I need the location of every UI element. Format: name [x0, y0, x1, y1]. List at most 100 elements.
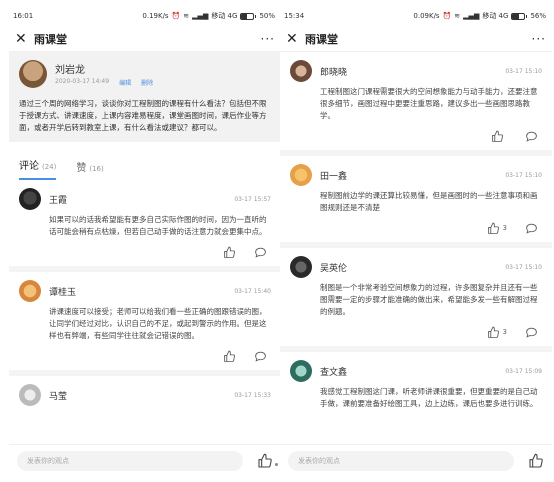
discussion-post: 刘岩龙 2020-03-17 14:49 编辑 删除 通过三个周的网络学习，谈谈…	[9, 52, 281, 142]
tab-label: 赞	[76, 163, 87, 174]
status-time: 15:34	[284, 12, 305, 20]
tab-comments[interactable]: 评论 (24)	[19, 157, 57, 180]
comment-time: 03-17 15:57	[234, 195, 271, 203]
edit-link[interactable]: 编辑	[119, 78, 131, 87]
tab-count: (24)	[42, 163, 57, 171]
comment-time: 03-17 15:10	[505, 263, 542, 271]
page-title: 雨课堂	[34, 32, 67, 46]
comment-item: 马莹 03-17 15:33	[9, 376, 281, 406]
comment-time: 03-17 15:33	[234, 391, 271, 399]
commenter-avatar	[290, 164, 312, 186]
battery-percent: 56%	[530, 12, 546, 20]
reply-button[interactable]	[525, 222, 538, 235]
reply-button[interactable]	[525, 130, 538, 143]
tab-count: (16)	[89, 165, 104, 173]
comment-input-bar: 发表你的观点	[280, 444, 552, 476]
comment-input[interactable]: 发表你的观点	[288, 450, 514, 471]
reply-button[interactable]	[525, 326, 538, 339]
comment-item: 王霞 03-17 15:57 如果可以的话我希望能有更多自己实际作图的时间，因为…	[9, 180, 281, 272]
commenter-avatar	[19, 188, 41, 210]
comment-item: 田一鑫 03-17 15:10 程制图前边学的课还算比较易懂，但是画图时的一些注…	[280, 156, 552, 248]
like-button[interactable]	[223, 350, 236, 363]
network-speed: 0.09K/s	[413, 12, 440, 20]
reply-button[interactable]	[254, 246, 267, 259]
thumbs-up-icon[interactable]	[528, 453, 544, 469]
commenter-name: 查文鑫	[320, 367, 348, 378]
like-button[interactable]: 3	[487, 222, 507, 235]
commenter-avatar	[19, 384, 41, 406]
comment-body: 如果可以的话我希望能有更多自己实际作图的时间，因为一直听的话可能会稍有点枯燥，但…	[49, 215, 267, 236]
commenter-name: 郎晓晓	[320, 67, 348, 78]
left-screen: 16:01 0.19K/s ⏰ ≋ ▂▄▆ 移动 4G 50% ✕ 雨课堂 ··…	[9, 6, 281, 476]
right-screen: 15:34 0.09K/s ⏰ ≋ ▂▄▆ 移动 4G 56% ✕ 雨课堂 ··…	[280, 6, 552, 476]
tab-likes[interactable]: 赞 (16)	[76, 159, 103, 180]
comment-input-bar: 发表你的观点	[9, 444, 281, 476]
reply-button[interactable]	[254, 350, 267, 363]
commenter-avatar	[290, 256, 312, 278]
carrier-label: 移动 4G	[482, 12, 509, 20]
more-icon[interactable]: ···	[261, 32, 275, 46]
nav-bar: ✕ 雨课堂 ···	[9, 26, 281, 52]
post-body: 通过三个周的网络学习，谈谈你对工程制图的课程有什么看法？包括但不限于授课方式、讲…	[19, 99, 267, 132]
commenter-name: 谭桂玉	[49, 287, 77, 298]
battery-icon	[240, 12, 257, 20]
wifi-icon: ≋	[454, 12, 461, 20]
like-button[interactable]	[491, 130, 507, 143]
comment-time: 03-17 15:10	[505, 67, 542, 75]
post-date: 2020-03-17 14:49	[55, 78, 110, 85]
comment-bubble-icon	[526, 327, 537, 338]
thumbs-up-icon	[487, 326, 499, 338]
delete-link[interactable]: 删除	[141, 78, 153, 87]
network-speed: 0.19K/s	[142, 12, 169, 20]
commenter-name: 吴英伦	[320, 263, 348, 274]
comment-bubble-icon	[255, 247, 266, 258]
comment-time: 03-17 15:10	[505, 171, 542, 179]
signal-icon: ▂▄▆	[192, 12, 209, 20]
carrier-label: 移动 4G	[211, 12, 238, 20]
commenter-name: 马莹	[49, 391, 68, 402]
page-title: 雨课堂	[305, 32, 338, 46]
like-button[interactable]	[223, 246, 236, 259]
comment-bubble-icon	[255, 351, 266, 362]
commenter-name: 田一鑫	[320, 171, 348, 182]
battery-percent: 50%	[259, 12, 275, 20]
tab-label: 评论	[19, 161, 39, 172]
separator-dot	[275, 463, 278, 466]
thumbs-up-icon[interactable]	[257, 453, 273, 469]
comment-body: 我感觉工程制图这门课，听老师讲课很重要，但更重要的是自己动手做，课前要准备好绘图…	[320, 387, 538, 408]
thumbs-up-icon	[492, 130, 503, 142]
status-bar: 15:34 0.09K/s ⏰ ≋ ▂▄▆ 移动 4G 56%	[280, 6, 552, 26]
comment-body: 讲课速度可以接受；老师可以给我们看一些正确的图跟错误的图，让同学们经过对比，认识…	[49, 307, 267, 340]
status-time: 16:01	[13, 12, 34, 20]
comment-item: 谭桂玉 03-17 15:40 讲课速度可以接受；老师可以给我们看一些正确的图跟…	[9, 272, 281, 376]
close-icon[interactable]: ✕	[286, 31, 302, 47]
comment-input[interactable]: 发表你的观点	[17, 450, 243, 471]
comment-bubble-icon	[526, 223, 537, 234]
thumbs-up-icon	[487, 222, 499, 234]
comment-item: 吴英伦 03-17 15:10 制图是一个非常考验空间想象力的过程，许多图复杂并…	[280, 248, 552, 352]
comment-time: 03-17 15:09	[505, 367, 542, 375]
comment-bubble-icon	[526, 131, 537, 142]
status-bar: 16:01 0.19K/s ⏰ ≋ ▂▄▆ 移动 4G 50%	[9, 6, 281, 26]
alarm-icon: ⏰	[442, 12, 452, 20]
commenter-avatar	[290, 360, 312, 382]
author-avatar	[19, 60, 47, 88]
post-author: 刘岩龙	[55, 65, 85, 76]
thumbs-up-icon	[224, 350, 235, 362]
close-icon[interactable]: ✕	[15, 31, 31, 47]
more-icon[interactable]: ···	[532, 32, 546, 46]
commenter-name: 王霞	[49, 195, 68, 206]
alarm-icon: ⏰	[171, 12, 181, 20]
like-button[interactable]: 3	[487, 326, 507, 339]
like-count: 3	[502, 224, 507, 232]
comment-item: 查文鑫 03-17 15:09 我感觉工程制图这门课，听老师讲课很重要，但更重要…	[280, 352, 552, 410]
commenter-avatar	[19, 280, 41, 302]
nav-bar: ✕ 雨课堂 ···	[280, 26, 552, 52]
comment-body: 程制图前边学的课还算比较易懂，但是画图时的一些注意事项和画图规则还是不清楚	[320, 191, 538, 212]
battery-icon	[511, 12, 528, 20]
thumbs-up-icon	[224, 246, 235, 258]
comment-item: 郎晓晓 03-17 15:10 工程制图这门课程需要很大的空间想象能力与动手能力…	[280, 52, 552, 156]
comment-body: 工程制图这门课程需要很大的空间想象能力与动手能力，还要注意很多细节，画图过程中更…	[320, 87, 538, 120]
comment-time: 03-17 15:40	[234, 287, 271, 295]
tab-bar: 评论 (24) 赞 (16)	[9, 142, 281, 180]
